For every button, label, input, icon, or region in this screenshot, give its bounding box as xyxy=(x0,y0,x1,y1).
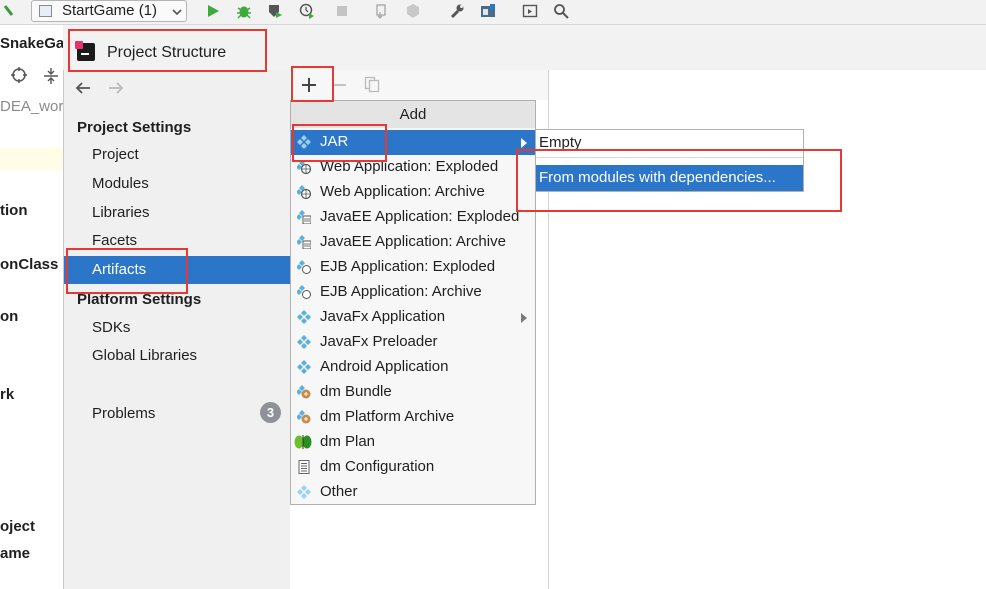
back-arrow-icon[interactable] xyxy=(74,80,92,96)
sidebar-item-global-libraries[interactable]: Global Libraries xyxy=(92,347,197,364)
menu-item-label: dm Bundle xyxy=(320,383,392,400)
bundle-icon xyxy=(297,385,311,399)
problems-count-badge: 3 xyxy=(260,402,281,423)
menu-item-label: JavaEE Application: Archive xyxy=(320,233,506,250)
search-icon[interactable] xyxy=(553,3,569,19)
copy-icon[interactable] xyxy=(364,76,380,93)
tree-item-text: oject xyxy=(0,518,36,535)
annotation-artifacts-box xyxy=(66,248,188,294)
web-app-icon xyxy=(297,185,311,199)
artifact-diamond-icon xyxy=(297,360,311,374)
run-window-icon[interactable] xyxy=(522,3,538,19)
menu-item-dm-bundle[interactable]: dm Bundle xyxy=(291,380,535,405)
menu-item-javafx-application[interactable]: JavaFx Application xyxy=(291,305,535,330)
ejb-icon xyxy=(297,260,311,274)
web-app-icon xyxy=(297,160,311,174)
annotation-from-modules-box xyxy=(516,149,842,212)
project-structure-icon[interactable] xyxy=(480,3,496,19)
remove-icon[interactable] xyxy=(332,77,348,93)
menu-item-label: Web Application: Archive xyxy=(320,183,485,200)
collapse-icon[interactable] xyxy=(42,67,60,85)
javaee-icon xyxy=(297,210,311,224)
artifact-diamond-icon xyxy=(297,485,311,499)
artifact-diamond-icon xyxy=(297,310,311,324)
sidebar-item-project[interactable]: Project xyxy=(92,146,139,163)
profile-icon[interactable] xyxy=(299,3,315,19)
cube-icon[interactable] xyxy=(405,3,421,19)
menu-item-web-archive[interactable]: Web Application: Archive xyxy=(291,180,535,205)
menu-item-label: EJB Application: Archive xyxy=(320,283,482,300)
menu-item-dm-platform-archive[interactable]: dm Platform Archive xyxy=(291,405,535,430)
annotation-jar-box xyxy=(292,124,387,162)
project-path-text: DEA_wor xyxy=(0,98,64,115)
menu-item-label: Android Application xyxy=(320,358,449,375)
tree-item-text: onClass xyxy=(0,256,59,273)
bundle-icon xyxy=(297,410,311,424)
sidebar-item-sdks[interactable]: SDKs xyxy=(92,319,130,336)
artifact-diamond-icon xyxy=(297,335,311,349)
menu-item-javaee-archive[interactable]: JavaEE Application: Archive xyxy=(291,230,535,255)
menu-item-ejb-exploded[interactable]: EJB Application: Exploded xyxy=(291,255,535,280)
submenu-arrow-icon xyxy=(521,313,527,323)
config-file-icon xyxy=(298,460,310,474)
tree-item-text: rk xyxy=(0,386,15,403)
menu-item-label: dm Plan xyxy=(320,433,376,450)
sidebar-item-libraries[interactable]: Libraries xyxy=(92,204,150,221)
highlight-line xyxy=(0,148,63,170)
settings-sidebar: Project Settings Project Modules Librari… xyxy=(64,70,290,589)
menu-item-label: JavaFx Application xyxy=(320,308,446,325)
menu-item-label: JavaEE Application: Exploded xyxy=(320,208,520,225)
menu-item-dm-plan[interactable]: dm Plan xyxy=(291,430,535,455)
menu-item-dm-configuration[interactable]: dm Configuration xyxy=(291,455,535,480)
menu-item-other[interactable]: Other xyxy=(291,480,535,505)
chevron-down-icon xyxy=(172,9,182,16)
tree-item-text: tion xyxy=(0,202,28,219)
ejb-icon xyxy=(297,285,311,299)
menu-item-ejb-archive[interactable]: EJB Application: Archive xyxy=(291,280,535,305)
annotation-add-box xyxy=(291,66,334,102)
menu-item-label: dm Platform Archive xyxy=(320,408,455,425)
forward-arrow-icon[interactable] xyxy=(107,80,125,96)
config-icon xyxy=(39,5,52,17)
sidebar-item-modules[interactable]: Modules xyxy=(92,175,149,192)
back-arrow-icon[interactable] xyxy=(2,3,18,19)
stop-icon[interactable] xyxy=(334,3,350,19)
locate-icon[interactable] xyxy=(10,66,28,84)
menu-item-label: JavaFx Preloader xyxy=(320,333,438,350)
project-settings-heading: Project Settings xyxy=(77,119,192,136)
build-artifact-icon[interactable] xyxy=(374,3,390,19)
debug-icon[interactable] xyxy=(236,3,252,19)
editor-project-panel: SnakeGa DEA_wor tion onClass on rk oject… xyxy=(0,25,65,589)
sidebar-item-facets[interactable]: Facets xyxy=(92,232,137,249)
run-icon[interactable] xyxy=(205,3,221,19)
menu-item-label: Other xyxy=(320,483,358,500)
javaee-icon xyxy=(297,235,311,249)
menu-item-label: EJB Application: Exploded xyxy=(320,258,496,275)
annotation-title-box xyxy=(68,29,267,72)
coverage-icon[interactable] xyxy=(267,3,283,19)
run-config-label: StartGame (1) xyxy=(62,2,158,19)
menu-item-javaee-exploded[interactable]: JavaEE Application: Exploded xyxy=(291,205,535,230)
ide-toolbar: StartGame (1) xyxy=(0,0,986,25)
submenu-arrow-icon xyxy=(521,138,527,148)
plan-icon xyxy=(294,435,312,449)
tree-item-text: ame xyxy=(0,545,31,562)
menu-item-android-application[interactable]: Android Application xyxy=(291,355,535,380)
menu-item-javafx-preloader[interactable]: JavaFx Preloader xyxy=(291,330,535,355)
wrench-icon[interactable] xyxy=(449,3,465,19)
menu-item-label: dm Configuration xyxy=(320,458,435,475)
sidebar-item-problems[interactable]: Problems xyxy=(92,405,155,422)
run-configuration-dropdown[interactable]: StartGame (1) xyxy=(31,0,187,22)
tree-item-text: on xyxy=(0,308,19,325)
project-tree-text: SnakeGa xyxy=(0,35,65,52)
